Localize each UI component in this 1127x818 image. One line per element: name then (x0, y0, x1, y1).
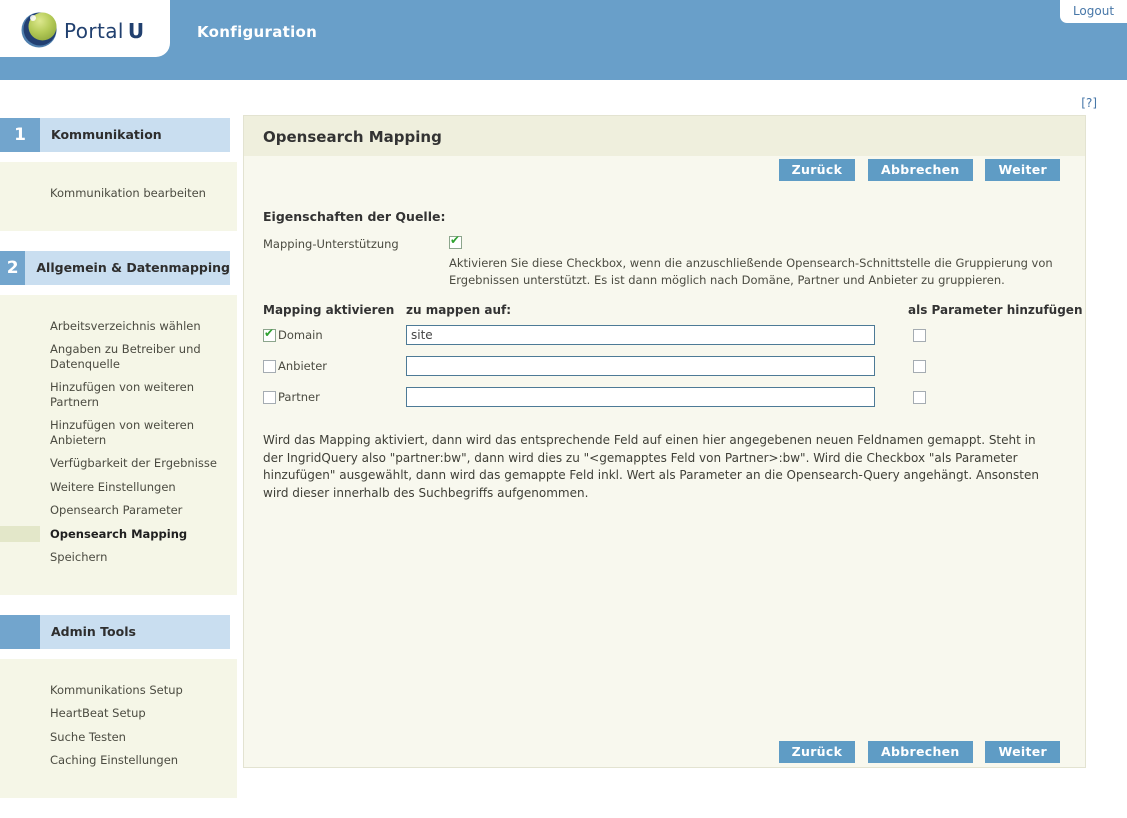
cancel-button[interactable]: Abbrechen (868, 741, 973, 763)
sidebar-item[interactable]: Opensearch Mapping (50, 527, 229, 542)
sidebar-item[interactable]: Weitere Einstellungen (50, 480, 229, 495)
next-button[interactable]: Weiter (985, 159, 1060, 181)
main-panel: Opensearch Mapping Zurück Abbrechen Weit… (243, 115, 1086, 768)
cancel-button[interactable]: Abbrechen (868, 159, 973, 181)
mapping-description: Wird das Mapping aktiviert, dann wird da… (263, 432, 1047, 502)
sidebar-section: 1Kommunikation Kommunikation bearbeiten (0, 118, 237, 231)
sidebar-item-list: Kommunikations Setup HeartBeat Setup Suche… (0, 659, 237, 798)
sidebar-item[interactable]: Suche Testen (50, 730, 229, 745)
mapping-support-field: ✔ Aktivieren Sie diese Checkbox, wenn di… (449, 235, 1061, 289)
logo-text-u: U (128, 19, 145, 43)
top-button-row: Zurück Abbrechen Weiter (244, 159, 1085, 181)
sidebar-item[interactable]: Kommunikations Setup (50, 683, 229, 698)
logo-text: PortalU (64, 19, 145, 43)
sidebar-section-header: 2Allgemein & Datenmapping (0, 251, 230, 285)
as-parameter-checkbox[interactable] (913, 391, 926, 404)
page-title: Opensearch Mapping (244, 116, 1085, 146)
sidebar-item[interactable]: Arbeitsverzeichnis wählen (50, 319, 229, 334)
mapping-activate-cell: ✔ Domain (263, 328, 406, 343)
checkmark-icon: ✔ (264, 327, 274, 340)
page-app-title: Konfiguration (197, 23, 317, 41)
mapping-row: ✔ Domain (263, 325, 1085, 345)
section-title: Admin Tools (40, 615, 230, 649)
sidebar-item[interactable]: Hinzufügen von weiteren Partnern (50, 380, 229, 409)
help-link[interactable]: [?] (1081, 96, 1097, 110)
back-button[interactable]: Zurück (779, 741, 856, 763)
mapping-support-row: Mapping-Unterstützung ✔ Aktivieren Sie d… (263, 235, 1085, 289)
mapping-row: Anbieter (263, 356, 1085, 376)
source-properties-heading: Eigenschaften der Quelle: (263, 209, 1085, 224)
mapping-value-cell (406, 356, 908, 376)
section-number: 1 (0, 118, 40, 152)
as-parameter-cell (908, 328, 1085, 342)
mapping-activate-cell: Partner (263, 390, 406, 405)
mapping-row-label: Domain (278, 328, 323, 342)
mapping-table-body: ✔ Domain Anbieter Partner (244, 325, 1085, 407)
column-header-as-parameter: als Parameter hinzufügen (908, 303, 1085, 317)
sidebar-section: 2Allgemein & Datenmapping Arbeitsverzeich… (0, 251, 237, 595)
back-button[interactable]: Zurück (779, 159, 856, 181)
sidebar-item[interactable]: Hinzufügen von weiteren Anbietern (50, 418, 229, 447)
section-title: Kommunikation (40, 118, 230, 152)
mapping-support-help-text: Aktivieren Sie diese Checkbox, wenn die … (449, 255, 1061, 289)
mapping-value-cell (406, 325, 908, 345)
sidebar-item-list: Arbeitsverzeichnis wählen Angaben zu Betr… (0, 295, 237, 595)
as-parameter-checkbox[interactable] (913, 360, 926, 373)
next-button[interactable]: Weiter (985, 741, 1060, 763)
mapping-value-cell (406, 387, 908, 407)
sidebar-item[interactable]: Angaben zu Betreiber und Datenquelle (50, 342, 229, 371)
logo-text-portal: Portal (64, 19, 124, 43)
sidebar-item[interactable]: Verfügbarkeit der Ergebnisse (50, 456, 229, 471)
sidebar-section-header: 1Kommunikation (0, 118, 230, 152)
sidebar-item-list: Kommunikation bearbeiten (0, 162, 237, 231)
portalu-logo-icon (20, 9, 60, 49)
checkmark-icon: ✔ (450, 234, 460, 247)
sidebar-item[interactable]: Kommunikation bearbeiten (50, 186, 229, 201)
mapping-support-label: Mapping-Unterstützung (263, 235, 449, 289)
sidebar-section-header: Admin Tools (0, 615, 230, 649)
mapping-value-input[interactable] (406, 356, 875, 376)
mapping-support-checkbox[interactable]: ✔ (449, 236, 462, 249)
mapping-row: Partner (263, 387, 1085, 407)
mapping-activate-checkbox[interactable] (263, 391, 276, 404)
mapping-row-label: Anbieter (278, 359, 327, 373)
column-header-activate: Mapping aktivieren (263, 303, 406, 317)
header-bar: PortalU Konfiguration Logout (0, 0, 1127, 80)
logo-tab: PortalU (0, 0, 170, 57)
mapping-table-header: Mapping aktivieren zu mappen auf: als Pa… (263, 303, 1085, 317)
sidebar-item[interactable]: HeartBeat Setup (50, 706, 229, 721)
column-header-map-to: zu mappen auf: (406, 303, 908, 317)
section-title: Allgemein & Datenmapping (25, 251, 230, 285)
title-band: Opensearch Mapping (244, 116, 1085, 156)
mapping-row-label: Partner (278, 390, 320, 404)
mapping-value-input[interactable] (406, 387, 875, 407)
bottom-button-row: Zurück Abbrechen Weiter (244, 741, 1085, 763)
logout-button[interactable]: Logout (1060, 0, 1127, 23)
as-parameter-cell (908, 359, 1085, 373)
sidebar-section: Admin Tools Kommunikations Setup HeartBeat… (0, 615, 237, 798)
mapping-value-input[interactable] (406, 325, 875, 345)
as-parameter-cell (908, 390, 1085, 404)
mapping-activate-checkbox[interactable]: ✔ (263, 329, 276, 342)
sidebar-item[interactable]: Caching Einstellungen (50, 753, 229, 768)
sidebar-item[interactable]: Speichern (50, 550, 229, 565)
mapping-activate-cell: Anbieter (263, 359, 406, 374)
as-parameter-checkbox[interactable] (913, 329, 926, 342)
section-number: 2 (0, 251, 25, 285)
section-number (0, 615, 40, 649)
mapping-activate-checkbox[interactable] (263, 360, 276, 373)
sidebar-item[interactable]: Opensearch Parameter (50, 503, 229, 518)
sidebar: 1KommunikationKommunikation bearbeiten2A… (0, 118, 237, 818)
